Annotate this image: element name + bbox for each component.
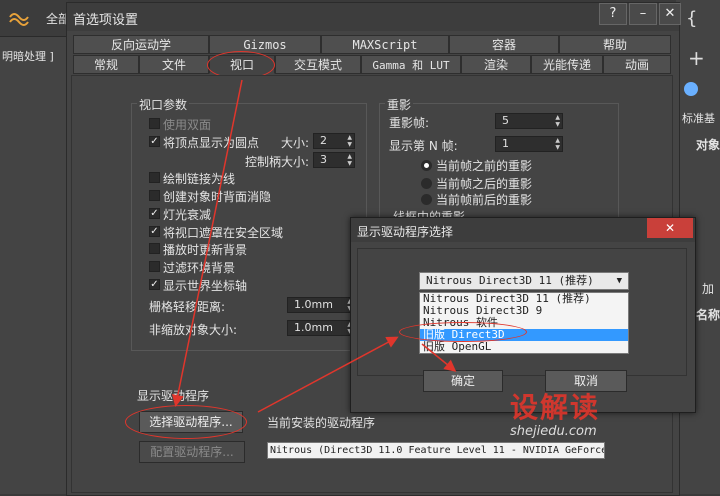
watermark-brand: 设解读 [510, 391, 601, 424]
watermark-url: shejiedu.com [510, 424, 597, 439]
arrow-list-to-ok [421, 343, 457, 372]
annotation-arrows [171, 79, 457, 413]
arrow-tab-to-button [171, 79, 243, 407]
arrow-button-to-list [257, 336, 399, 413]
watermark: 设解读 shejiedu.com [510, 386, 600, 439]
